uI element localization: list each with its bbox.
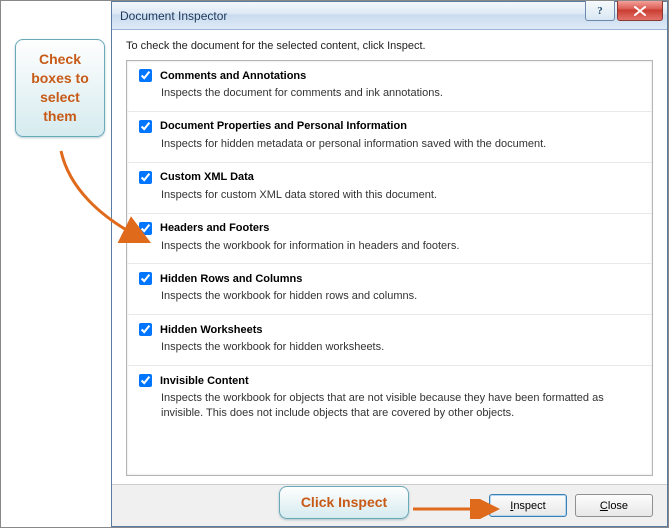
option-label: Hidden Worksheets <box>160 324 263 336</box>
option-label: Comments and Annotations <box>160 70 306 82</box>
options-list: Comments and Annotations Inspects the do… <box>126 60 653 476</box>
document-inspector-dialog: Document Inspector ? To check the docume… <box>111 1 668 527</box>
option-checkbox[interactable] <box>139 120 152 133</box>
option-description: Inspects the workbook for hidden rows an… <box>161 289 640 304</box>
option-label: Document Properties and Personal Informa… <box>160 120 407 132</box>
option-description: Inspects for hidden metadata or personal… <box>161 137 640 152</box>
option-description: Inspects the workbook for hidden workshe… <box>161 340 640 355</box>
annotation-callout-bottom: Click Inspect <box>279 486 409 519</box>
option-checkbox[interactable] <box>139 374 152 387</box>
titlebar: Document Inspector ? <box>112 2 667 30</box>
inspect-button[interactable]: Inspect <box>489 494 567 517</box>
option-label: Invisible Content <box>160 375 249 387</box>
option-checkbox[interactable] <box>139 171 152 184</box>
option-checkbox[interactable] <box>139 323 152 336</box>
option-checkbox[interactable] <box>139 222 152 235</box>
close-icon <box>634 6 646 16</box>
window-buttons: ? <box>585 1 667 21</box>
option-description: Inspects the workbook for information in… <box>161 239 640 254</box>
option-checkbox[interactable] <box>139 69 152 82</box>
option-row: Custom XML Data Inspects for custom XML … <box>127 163 652 214</box>
option-row: Document Properties and Personal Informa… <box>127 112 652 163</box>
close-window-button[interactable] <box>617 1 663 21</box>
option-description: Inspects the workbook for objects that a… <box>161 391 640 421</box>
close-button-label: Close <box>600 500 628 512</box>
close-button[interactable]: Close <box>575 494 653 517</box>
option-label: Custom XML Data <box>160 171 254 183</box>
inspect-button-label: Inspect <box>510 500 545 512</box>
option-row: Headers and Footers Inspects the workboo… <box>127 214 652 265</box>
option-row: Hidden Worksheets Inspects the workbook … <box>127 315 652 366</box>
option-row: Invisible Content Inspects the workbook … <box>127 366 652 431</box>
option-description: Inspects for custom XML data stored with… <box>161 188 640 203</box>
instruction-text: To check the document for the selected c… <box>112 30 667 60</box>
dialog-title: Document Inspector <box>120 9 227 23</box>
option-row: Comments and Annotations Inspects the do… <box>127 61 652 112</box>
option-description: Inspects the document for comments and i… <box>161 86 640 101</box>
annotation-callout-top: Check boxes to select them <box>15 39 105 137</box>
help-icon: ? <box>597 5 603 17</box>
option-label: Hidden Rows and Columns <box>160 273 302 285</box>
option-row: Hidden Rows and Columns Inspects the wor… <box>127 264 652 315</box>
option-checkbox[interactable] <box>139 272 152 285</box>
help-button[interactable]: ? <box>585 1 615 21</box>
option-label: Headers and Footers <box>160 222 269 234</box>
